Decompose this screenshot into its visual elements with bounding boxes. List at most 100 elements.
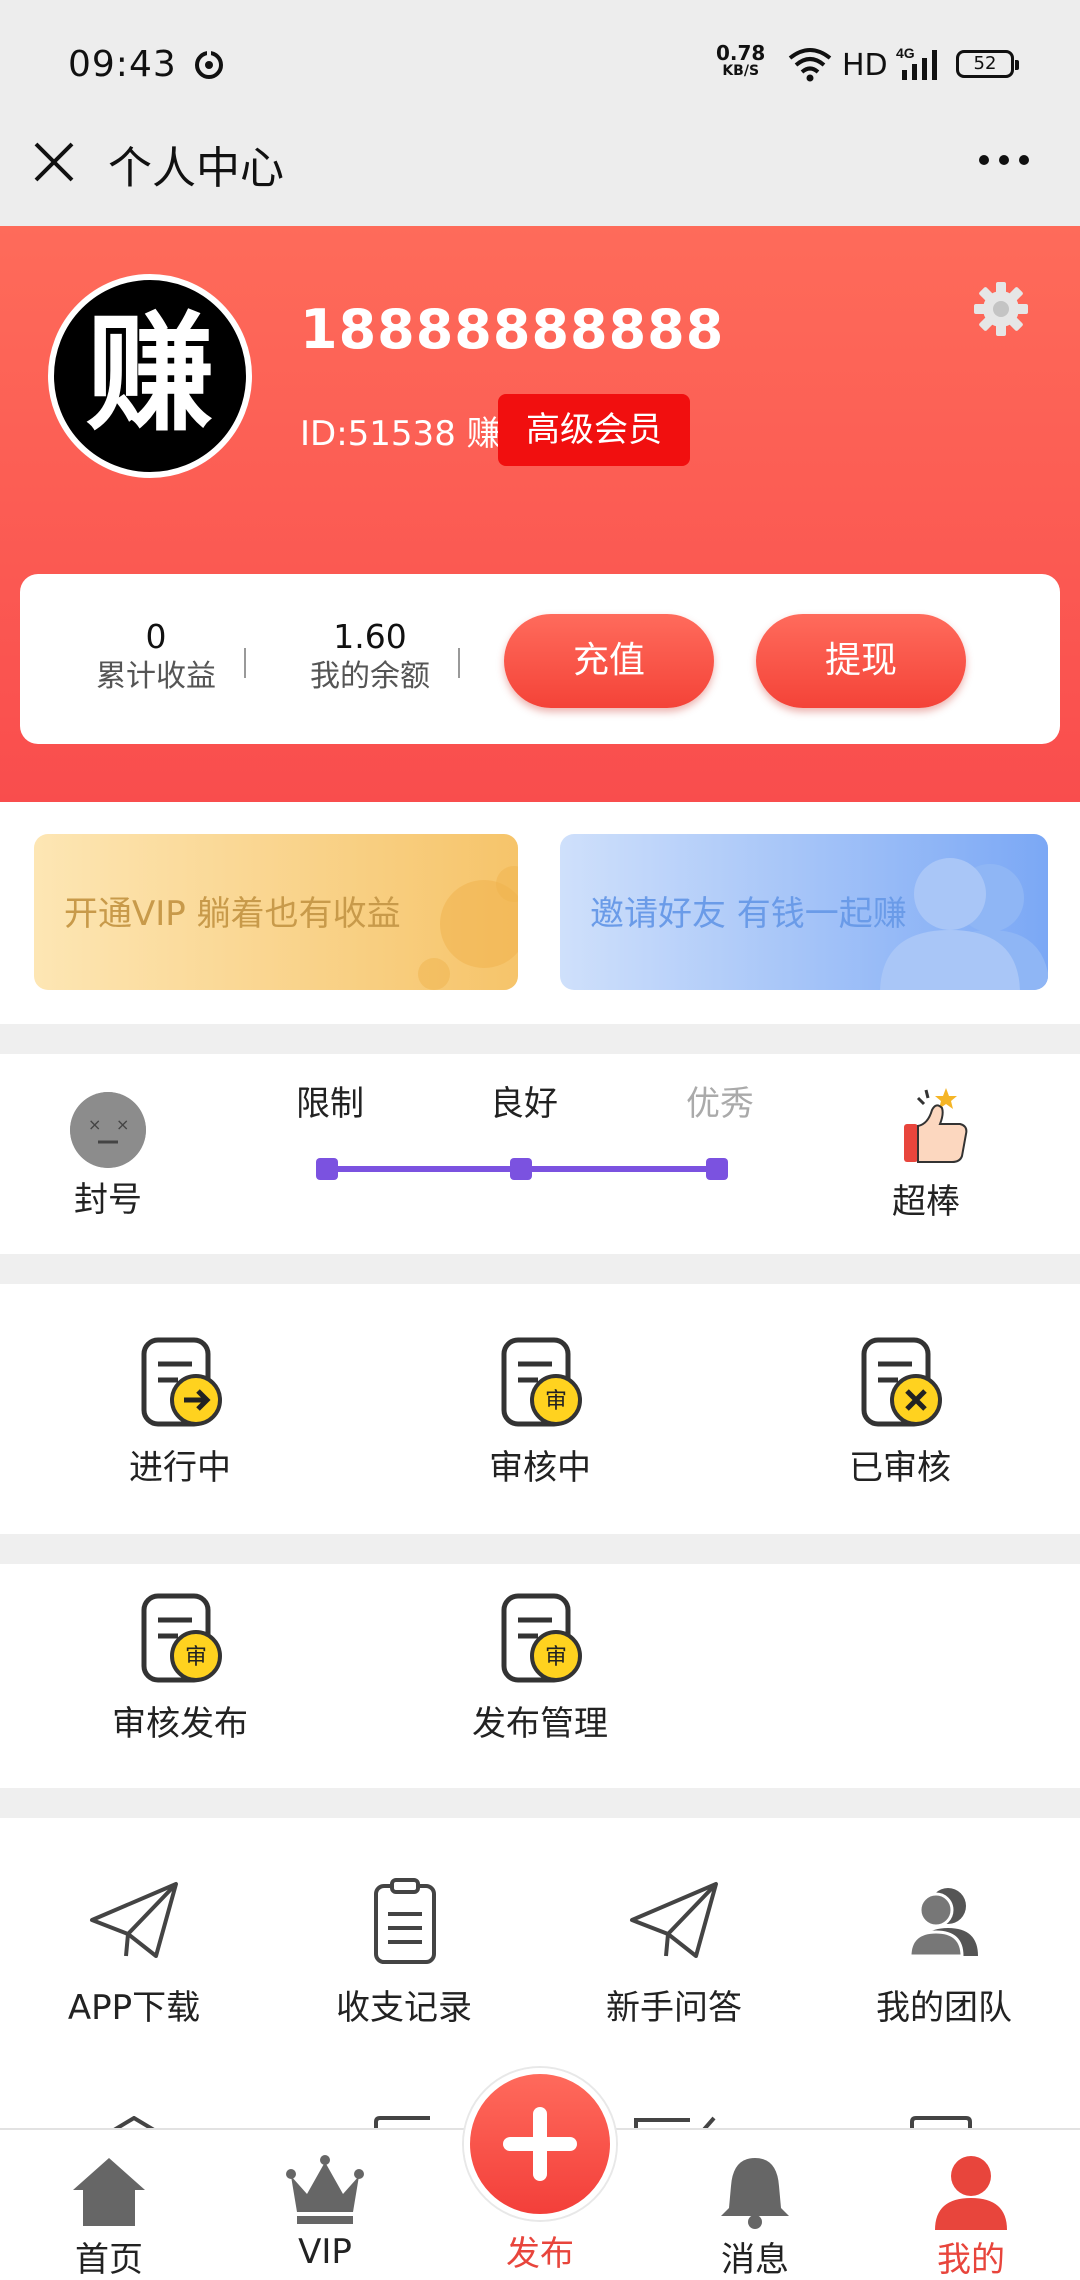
review-badge-text: 审 [545,1389,567,1414]
publish-label[interactable]: 发布 [465,2226,615,2275]
close-icon[interactable] [32,140,76,184]
publish-button[interactable] [464,2068,616,2220]
user-id: ID:51538 赚 [300,414,501,454]
more-icon[interactable] [976,152,1032,168]
level-marker [316,1158,338,1180]
nav-home[interactable]: 首页 [34,2152,184,2280]
level-marker [706,1158,728,1180]
promo-section: 开通VIP 躺着也有收益 邀请好友 有钱一起赚 [0,802,1080,1024]
edit-icon [634,2116,716,2128]
balance-label: 我的余额 [310,659,430,694]
document-review-icon: 审 [141,1593,222,1683]
publish-panel: 审 审核发布 审 发布管理 [0,1564,1080,1788]
publish-management-label: 发布管理 [472,1704,608,1744]
menu-app-download[interactable]: APP下载 [24,1876,244,2029]
paper-plane-icon [630,1882,718,1958]
avatar[interactable]: 赚 [48,274,252,478]
team-icon [908,1888,978,1958]
note-icon [910,2116,972,2128]
nav-home-label: 首页 [75,2240,143,2280]
plus-icon [503,2107,577,2181]
level-label-limited: 限制 [296,1084,364,1124]
vip-promo-text: 开通VIP 躺着也有收益 [64,894,401,934]
username: 18888888888 [300,298,725,361]
vip-decoration-icon [418,866,518,990]
total-income-value: 0 [145,617,167,656]
withdraw-button[interactable]: 提现 [756,614,966,708]
nav-messages[interactable]: 消息 [680,2152,830,2280]
wifi-icon [788,48,832,82]
document-x-icon [861,1337,942,1427]
net-speed: 0.78 KB/S [716,41,766,80]
crown-icon [286,2155,364,2224]
task-under-review-label: 审核中 [489,1448,591,1488]
total-income-stat[interactable]: 0 累计收益 [76,618,236,698]
level-label-good: 良好 [490,1084,558,1124]
svg-text:×: × [88,1115,101,1134]
level-label-excellent: 优秀 [686,1084,754,1124]
task-reviewed[interactable]: 已审核 [790,1334,1010,1489]
level-marker [510,1158,532,1180]
nav-mine[interactable]: 我的 [896,2152,1046,2280]
review-badge-text: 审 [545,1645,567,1670]
clipboard-icon [374,1878,436,1964]
task-reviewed-label: 已审核 [849,1448,951,1488]
signal-icon: 4G [896,45,937,80]
star-icon [113,2116,155,2128]
bell-icon [721,2158,789,2229]
status-time: 09:43 [68,44,177,85]
review-publish[interactable]: 审 审核发布 [70,1590,290,1745]
great-label: 超棒 [892,1182,960,1222]
battery-icon: 52 [956,50,1019,78]
menu-faq[interactable]: 新手问答 [564,1876,784,2029]
thumbs-up-icon [904,1088,968,1163]
stat-divider [244,648,246,678]
invite-promo-banner[interactable]: 邀请好友 有钱一起赚 [560,834,1048,990]
gear-icon[interactable] [972,280,1030,338]
menu-my-team[interactable]: 我的团队 [834,1876,1054,2029]
menu-transactions-label: 收支记录 [336,1988,472,2028]
net-speed-value: 0.78 [716,41,766,65]
task-under-review[interactable]: 审 审核中 [430,1334,650,1489]
paper-plane-icon [90,1882,178,1958]
balance-card: 0 累计收益 1.60 我的余额 充值 提现 [20,574,1060,744]
document-review-icon: 审 [501,1337,582,1427]
user-icon [935,2156,1007,2230]
nav-vip-label: VIP [298,2232,352,2272]
banned-label: 封号 [74,1180,142,1220]
nav-vip[interactable]: VIP [250,2152,400,2272]
document-review-icon: 审 [501,1593,582,1683]
profile-header: 赚 18888888888 ID:51538 赚 高级会员 0 累计收益 1.6… [0,226,1080,802]
sad-face-icon: × × [70,1092,146,1168]
network-activity-icon [195,50,223,79]
menu-app-download-label: APP下载 [67,1988,201,2028]
menu-transactions[interactable]: 收支记录 [294,1876,514,2029]
task-in-progress[interactable]: 进行中 [70,1334,290,1489]
nav-messages-label: 消息 [721,2240,789,2280]
title-bar: 个人中心 [0,130,1080,226]
home-icon [73,2158,145,2226]
review-publish-label: 审核发布 [112,1704,248,1744]
credit-level-section: × × 封号 限制 良好 优秀 超棒 [0,1054,1080,1254]
svg-text:×: × [116,1115,129,1134]
task-status-panel: 进行中 审 审核中 已审核 [0,1284,1080,1534]
vip-promo-banner[interactable]: 开通VIP 躺着也有收益 [34,834,518,990]
signal-label: 4G [896,45,915,61]
status-bar: 09:43 0.78 KB/S HD 4G 52 [0,0,1080,130]
task-in-progress-label: 进行中 [129,1448,231,1488]
recharge-button[interactable]: 充值 [504,614,714,708]
member-badge: 高级会员 [498,394,690,466]
balance-value: 1.60 [333,617,407,656]
review-badge-text: 审 [185,1645,207,1670]
hd-indicator: HD [842,48,888,83]
total-income-label: 累计收益 [96,659,216,694]
publish-management[interactable]: 审 发布管理 [430,1590,650,1745]
balance-stat[interactable]: 1.60 我的余额 [290,618,450,698]
nav-mine-label: 我的 [937,2240,1005,2280]
document-icon [374,2116,430,2128]
document-arrow-icon [141,1337,222,1427]
stat-divider [458,648,460,678]
menu-faq-label: 新手问答 [606,1988,742,2028]
page-title: 个人中心 [108,143,284,194]
net-speed-unit: KB/S [722,63,760,79]
